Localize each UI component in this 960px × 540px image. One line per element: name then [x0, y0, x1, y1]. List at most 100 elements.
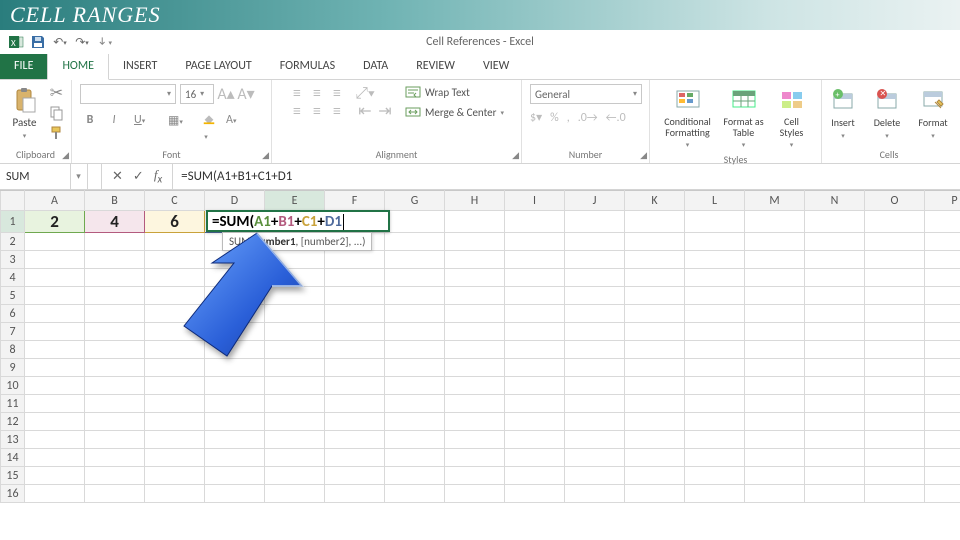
col-header[interactable]: H [445, 191, 505, 211]
cell[interactable] [385, 287, 445, 305]
row-header[interactable]: 12 [1, 413, 25, 431]
cell[interactable] [925, 413, 960, 431]
cell[interactable] [385, 341, 445, 359]
cell[interactable] [925, 359, 960, 377]
cell[interactable] [205, 431, 265, 449]
cell[interactable] [445, 341, 505, 359]
cell[interactable] [505, 305, 565, 323]
cell[interactable] [325, 413, 385, 431]
cell[interactable] [445, 233, 505, 251]
cell[interactable] [865, 305, 925, 323]
cell[interactable] [445, 323, 505, 341]
cell[interactable] [85, 323, 145, 341]
copy-icon[interactable] [49, 105, 65, 121]
cell[interactable] [565, 377, 625, 395]
number-format-combo[interactable]: General▾ [530, 84, 642, 104]
cell[interactable] [805, 269, 865, 287]
cell[interactable] [205, 323, 265, 341]
cell[interactable] [865, 269, 925, 287]
cell[interactable] [565, 485, 625, 503]
cell[interactable] [85, 233, 145, 251]
cell[interactable] [25, 323, 85, 341]
cell[interactable] [325, 323, 385, 341]
cell[interactable] [745, 341, 805, 359]
cell[interactable] [565, 467, 625, 485]
cell[interactable] [625, 485, 685, 503]
cell[interactable] [265, 359, 325, 377]
cell[interactable] [565, 269, 625, 287]
cell[interactable] [685, 485, 745, 503]
cell[interactable] [205, 341, 265, 359]
cell[interactable] [265, 323, 325, 341]
cell[interactable] [385, 323, 445, 341]
cell[interactable] [745, 211, 805, 233]
cell[interactable] [505, 413, 565, 431]
cell[interactable] [145, 233, 205, 251]
cell[interactable] [325, 251, 385, 269]
cell[interactable] [205, 287, 265, 305]
cell[interactable] [265, 485, 325, 503]
cell[interactable] [85, 485, 145, 503]
cell[interactable] [865, 251, 925, 269]
fill-color-button[interactable]: ▾ [196, 110, 216, 130]
cell[interactable] [505, 287, 565, 305]
tab-data[interactable]: DATA [349, 53, 402, 79]
cell[interactable] [205, 413, 265, 431]
row-header[interactable]: 4 [1, 269, 25, 287]
wrap-text-button[interactable]: Wrap Text [405, 84, 504, 100]
cell[interactable] [145, 467, 205, 485]
cell[interactable] [805, 467, 865, 485]
cell[interactable] [625, 211, 685, 233]
delete-cells-button[interactable]: ✕ Delete▾ [867, 84, 907, 142]
cell[interactable] [685, 413, 745, 431]
cell[interactable] [565, 341, 625, 359]
cell[interactable] [385, 413, 445, 431]
cell[interactable] [745, 467, 805, 485]
cell[interactable] [625, 341, 685, 359]
cell[interactable] [265, 395, 325, 413]
worksheet[interactable]: A B C D E F G H I J K L M N O P 12462345… [0, 190, 960, 503]
cell[interactable] [805, 485, 865, 503]
cell[interactable] [385, 485, 445, 503]
cell[interactable] [685, 449, 745, 467]
cell[interactable] [385, 305, 445, 323]
row-header[interactable]: 7 [1, 323, 25, 341]
cell[interactable] [385, 269, 445, 287]
cell[interactable] [205, 395, 265, 413]
align-left-icon[interactable]: ≡ [289, 104, 305, 118]
cell[interactable] [745, 485, 805, 503]
cell[interactable] [145, 449, 205, 467]
cell[interactable] [205, 359, 265, 377]
font-dialog-launcher[interactable]: ◢ [262, 150, 269, 161]
cell[interactable] [865, 211, 925, 233]
cell[interactable] [25, 377, 85, 395]
row-header[interactable]: 3 [1, 251, 25, 269]
cell[interactable] [625, 251, 685, 269]
format-cells-button[interactable]: Format▾ [911, 84, 955, 142]
cell[interactable] [145, 341, 205, 359]
cell[interactable] [385, 251, 445, 269]
cell[interactable] [505, 359, 565, 377]
column-headers[interactable]: A B C D E F G H I J K L M N O P [1, 191, 960, 211]
cell[interactable] [205, 377, 265, 395]
save-icon[interactable] [30, 34, 46, 50]
cell[interactable] [565, 449, 625, 467]
number-dialog-launcher[interactable]: ◢ [640, 150, 647, 161]
cell[interactable] [925, 305, 960, 323]
cell[interactable] [805, 377, 865, 395]
cell[interactable] [325, 485, 385, 503]
cell[interactable] [805, 431, 865, 449]
col-header[interactable]: A [25, 191, 85, 211]
cell[interactable] [145, 485, 205, 503]
align-right-icon[interactable]: ≡ [329, 104, 345, 118]
cell[interactable] [625, 323, 685, 341]
cell[interactable] [685, 467, 745, 485]
cell[interactable] [745, 431, 805, 449]
cell[interactable] [745, 251, 805, 269]
cell[interactable] [205, 305, 265, 323]
col-header[interactable]: O [865, 191, 925, 211]
formula-input[interactable] [173, 164, 960, 189]
cell[interactable] [145, 287, 205, 305]
cell[interactable] [625, 233, 685, 251]
cell[interactable] [205, 251, 265, 269]
